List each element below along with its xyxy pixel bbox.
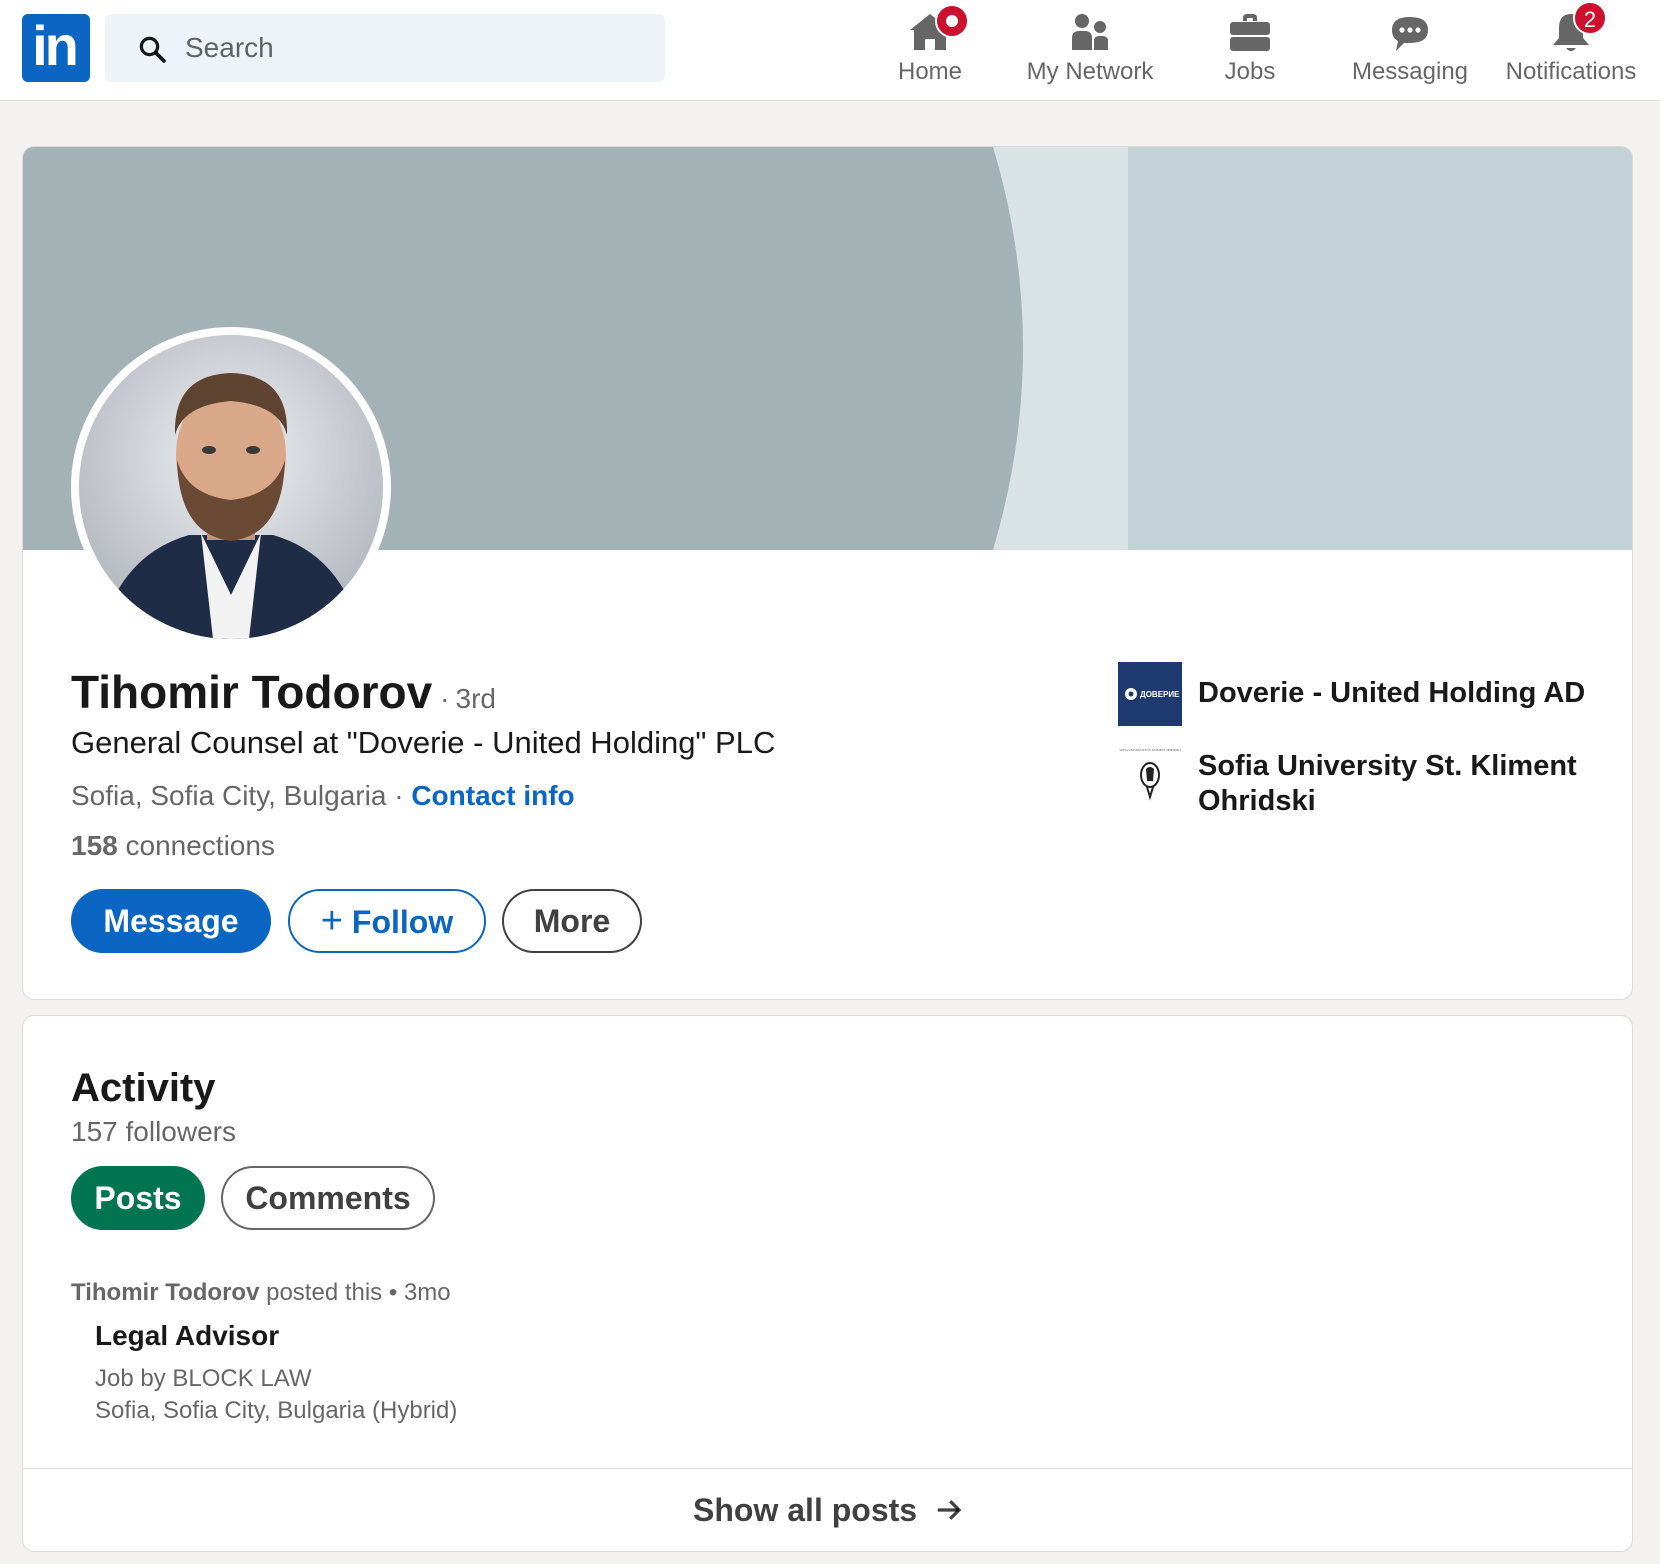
activity-title: Activity [71, 1066, 216, 1110]
profile-location: Sofia, Sofia City, Bulgaria [71, 780, 387, 811]
nav-home[interactable]: Home [878, 4, 982, 94]
briefcase-icon [1230, 14, 1270, 51]
profile-headline: General Counsel at "Doverie - United Hol… [71, 725, 776, 760]
location-separator: · [394, 780, 404, 811]
search-icon [139, 36, 166, 63]
profile-card: Tihomir Todorov · 3rd General Counsel at "… [22, 146, 1633, 1000]
nav-notifications[interactable]: 2 Notifications [1497, 1, 1645, 94]
linkedin-logo[interactable]: in [22, 14, 90, 82]
contact-info-link[interactable]: Contact info [411, 780, 574, 811]
svg-text:SOFIA UNIVERSITY ST. KLIMENT O: SOFIA UNIVERSITY ST. KLIMENT OHRIDSKI [1119, 748, 1180, 752]
arrow-right-icon [937, 1499, 962, 1520]
current-company-name: Doverie - United Holding AD [1198, 677, 1586, 709]
post-job-title[interactable]: Legal Advisor [95, 1320, 279, 1352]
degree-separator: · [440, 683, 450, 714]
connections-count: 158 [71, 830, 118, 861]
message-button[interactable]: Message [71, 889, 271, 953]
post-action: posted this [266, 1279, 383, 1306]
education-school-name: Sofia University St. Kliment Ohridski [1198, 750, 1577, 817]
connection-degree: 3rd [455, 683, 496, 714]
more-button[interactable]: More [502, 889, 642, 953]
post-job-location: Sofia, Sofia City, Bulgaria (Hybrid) [95, 1397, 458, 1424]
doverie-logo: ДОВЕРИЕ [1118, 662, 1182, 726]
profile-photo[interactable] [71, 327, 391, 647]
svg-text:ДОВЕРИЕ: ДОВЕРИЕ [1140, 690, 1180, 699]
chat-bubble-icon [1392, 17, 1428, 51]
nav-jobs-label: Jobs [1224, 58, 1276, 85]
profile-photo-portrait [79, 335, 383, 639]
home-notification-dot [935, 4, 969, 38]
activity-card: Activity 157 followers Posts Comments Ti… [22, 1015, 1633, 1552]
show-all-posts-button[interactable]: Show all posts [23, 1468, 1632, 1551]
nav-jobs[interactable]: Jobs [1200, 8, 1300, 94]
profile-location-row: Sofia, Sofia City, Bulgaria · Contact in… [71, 780, 575, 812]
nav-my-network-label: My Network [1026, 58, 1154, 85]
connections-count-row[interactable]: 158 connections [71, 830, 275, 862]
post-job-company: Job by BLOCK LAW [95, 1365, 312, 1392]
plus-icon: + [320, 900, 343, 942]
post-meta-separator: • [388, 1279, 398, 1306]
followers-count[interactable]: 157 followers [71, 1116, 236, 1148]
show-all-posts-label: Show all posts [693, 1492, 918, 1528]
nav-notifications-label: Notifications [1505, 58, 1637, 85]
notifications-count-badge: 2 [1573, 1, 1607, 35]
profile-name-row: Tihomir Todorov · 3rd [71, 665, 496, 719]
follow-button[interactable]: + Follow [288, 889, 486, 953]
search-input[interactable]: Search [105, 14, 665, 82]
top-navigation-bar: in Search Home My Network Jobs Messaging… [0, 0, 1660, 101]
post-meta: Tihomir Todorov posted this • 3mo [71, 1279, 451, 1307]
connections-label: connections [125, 830, 275, 861]
nav-home-label: Home [897, 58, 963, 85]
nav-messaging[interactable]: Messaging [1345, 8, 1475, 94]
post-age: 3mo [403, 1279, 451, 1306]
post-author[interactable]: Tihomir Todorov [71, 1279, 259, 1306]
tab-posts[interactable]: Posts [71, 1166, 205, 1230]
search-placeholder: Search [185, 32, 274, 63]
nav-my-network[interactable]: My Network [1015, 8, 1165, 94]
people-icon [1072, 14, 1108, 50]
follow-button-label: Follow [351, 904, 454, 940]
sofia-university-logo: SOFIA UNIVERSITY ST. KLIMENT OHRIDSKI [1118, 745, 1182, 809]
tab-comments[interactable]: Comments [221, 1166, 435, 1230]
profile-name: Tihomir Todorov [71, 666, 433, 718]
nav-messaging-label: Messaging [1351, 58, 1469, 85]
